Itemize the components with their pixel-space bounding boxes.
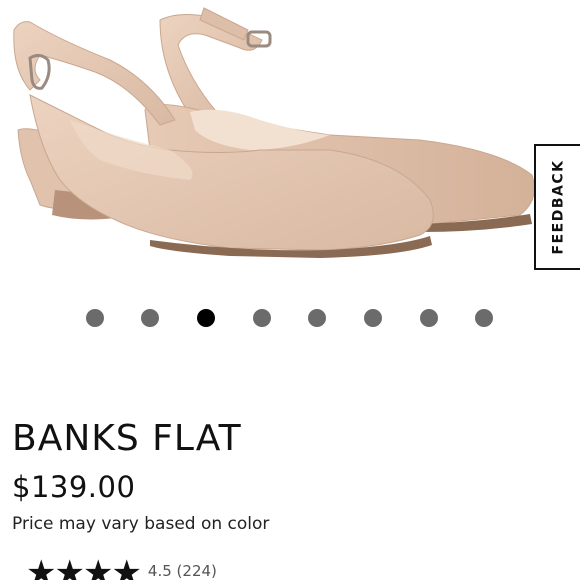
carousel-pagination <box>0 309 580 329</box>
product-image[interactable] <box>0 0 580 285</box>
rating-text: 4.5 (224) <box>147 562 217 580</box>
carousel-dot-5[interactable] <box>308 309 326 327</box>
carousel-dot-7[interactable] <box>420 309 438 327</box>
carousel-dot-3[interactable] <box>197 309 215 327</box>
rating-summary[interactable]: ★★★★ 4.5 (224) <box>26 556 217 580</box>
feedback-tab[interactable]: FEEDBACK <box>534 144 580 270</box>
product-price: $139.00 <box>12 470 136 504</box>
carousel-dot-6[interactable] <box>364 309 382 327</box>
product-title: BANKS FLAT <box>12 418 242 459</box>
star-rating-icons: ★★★★ <box>26 553 142 580</box>
shoe-pair-illustration <box>13 7 535 258</box>
price-note: Price may vary based on color <box>12 514 270 534</box>
carousel-dot-4[interactable] <box>253 309 271 327</box>
carousel-dot-1[interactable] <box>86 309 104 327</box>
feedback-label: FEEDBACK <box>550 159 567 255</box>
carousel-dot-8[interactable] <box>475 309 493 327</box>
carousel-dot-2[interactable] <box>141 309 159 327</box>
